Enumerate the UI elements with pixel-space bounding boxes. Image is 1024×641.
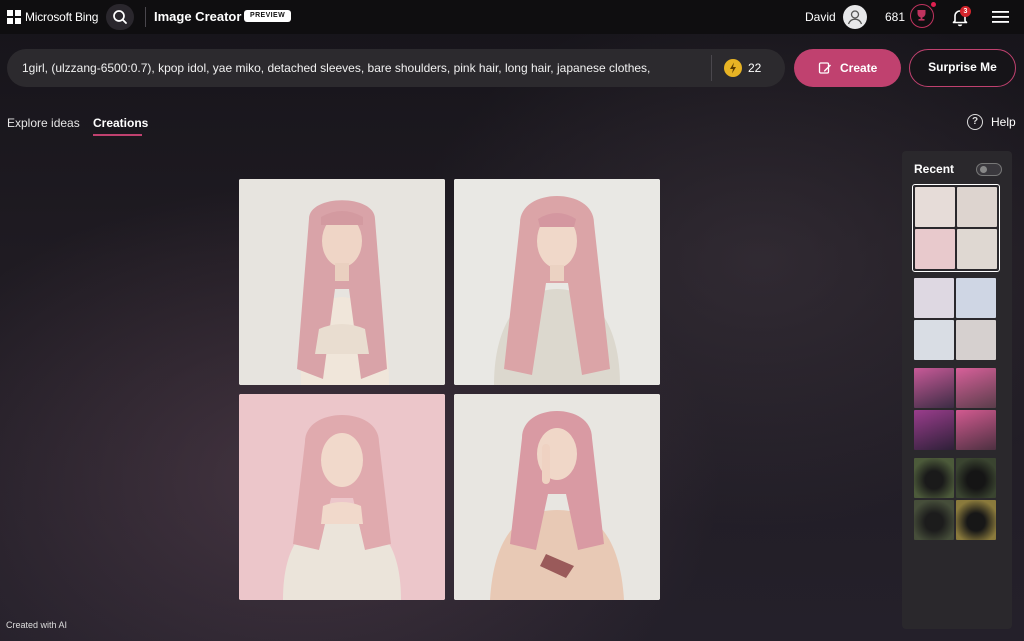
generated-image-3[interactable] — [239, 394, 445, 600]
create-icon — [818, 62, 831, 74]
prompt-input[interactable]: 1girl, (ulzzang-6500:0.7), kpop idol, ya… — [7, 49, 785, 87]
app-title[interactable]: Image Creator — [154, 9, 241, 24]
recent-set-4[interactable] — [914, 458, 996, 540]
recent-set-2[interactable] — [914, 278, 996, 360]
recent-thumbnail — [915, 229, 955, 269]
generated-image-1[interactable] — [239, 179, 445, 385]
recent-thumbnail — [914, 368, 954, 408]
tab-explore-ideas[interactable]: Explore ideas — [7, 116, 80, 130]
recent-thumbnail — [914, 410, 954, 450]
generated-image-4[interactable] — [454, 394, 660, 600]
active-tab-indicator — [93, 134, 142, 136]
recent-thumbnail — [914, 500, 954, 540]
recent-thumbnail — [915, 187, 955, 227]
recent-toggle[interactable] — [976, 163, 1002, 176]
recent-thumbnail — [914, 320, 954, 360]
recent-set-1[interactable] — [912, 184, 1000, 272]
microsoft-logo-icon[interactable] — [7, 10, 21, 24]
recent-thumbnail — [956, 320, 996, 360]
rewards-points[interactable]: 681 — [885, 10, 905, 24]
recent-thumbnail — [914, 458, 954, 498]
prompt-divider — [711, 55, 712, 81]
help-label: Help — [991, 115, 1016, 129]
recent-thumbnail — [956, 368, 996, 408]
tab-creations[interactable]: Creations — [93, 116, 148, 130]
recent-thumbnail — [957, 229, 997, 269]
preview-badge: PREVIEW — [244, 10, 292, 22]
portrait-illustration — [454, 394, 660, 600]
portrait-illustration — [239, 179, 445, 385]
generated-image-2[interactable] — [454, 179, 660, 385]
portrait-illustration — [454, 179, 660, 385]
rewards-button[interactable] — [910, 4, 934, 28]
recent-title: Recent — [914, 162, 955, 176]
toggle-knob — [980, 166, 987, 173]
portrait-illustration — [239, 394, 445, 600]
avatar-icon — [847, 10, 863, 25]
trophy-icon — [917, 10, 926, 21]
prompt-text[interactable]: 1girl, (ulzzang-6500:0.7), kpop idol, ya… — [22, 49, 712, 87]
user-name[interactable]: David — [805, 10, 836, 24]
create-button[interactable]: Create — [794, 49, 901, 87]
recent-thumbnail — [956, 458, 996, 498]
top-header: Microsoft Bing Image Creator PREVIEW Dav… — [0, 0, 1024, 34]
created-with-ai-note: Created with AI — [6, 620, 68, 630]
search-button[interactable] — [106, 4, 134, 30]
brand-link[interactable]: Microsoft Bing — [25, 10, 98, 24]
avatar[interactable] — [843, 5, 867, 29]
recent-thumbnail — [957, 187, 997, 227]
recent-thumbnail — [914, 278, 954, 318]
surprise-me-button[interactable]: Surprise Me — [909, 49, 1016, 87]
create-label: Create — [840, 61, 878, 75]
rewards-dot — [931, 2, 936, 7]
recent-panel: Recent — [902, 151, 1012, 629]
recent-thumbnail — [956, 278, 996, 318]
header-divider — [145, 7, 146, 27]
menu-icon[interactable] — [992, 10, 1009, 24]
recent-thumbnail — [956, 410, 996, 450]
recent-thumbnail — [956, 500, 996, 540]
recent-set-3[interactable] — [914, 368, 996, 450]
boost-icon — [724, 59, 742, 77]
help-icon: ? — [967, 114, 983, 130]
search-icon — [113, 10, 127, 24]
boost-count: 22 — [748, 61, 762, 75]
notification-badge: 3 — [960, 6, 971, 17]
